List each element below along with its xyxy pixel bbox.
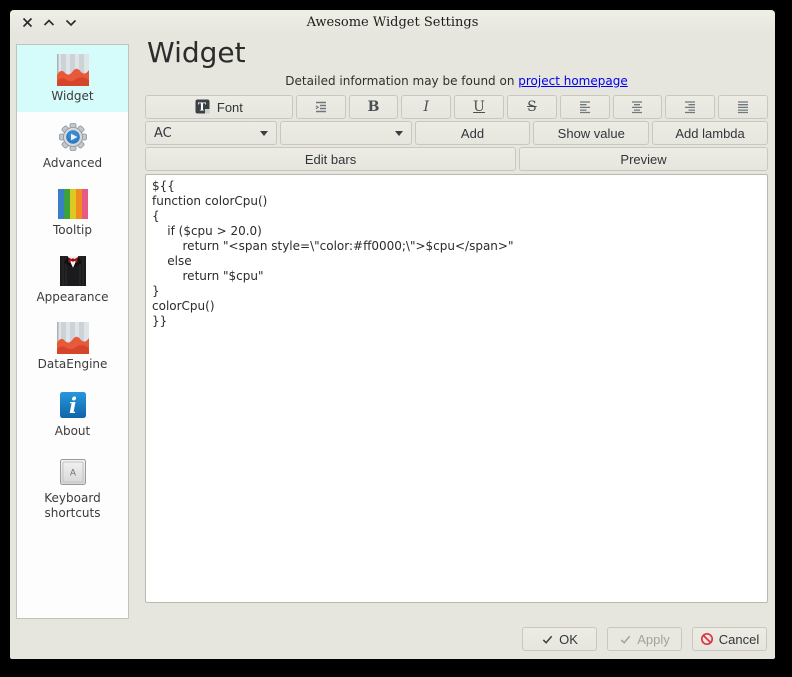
sidebar-item-label: About bbox=[51, 424, 94, 439]
sidebar: Widget bbox=[16, 44, 129, 619]
close-button[interactable] bbox=[18, 13, 36, 31]
check-icon bbox=[541, 633, 554, 646]
align-center-button[interactable] bbox=[613, 95, 663, 119]
sidebar-item-dataengine[interactable]: DataEngine bbox=[17, 313, 128, 380]
gear-icon bbox=[57, 121, 89, 153]
italic-button[interactable]: I bbox=[401, 95, 451, 119]
color-stripes-icon bbox=[57, 188, 89, 220]
svg-text:i: i bbox=[69, 393, 77, 418]
sidebar-item-label: Keyboard shortcuts bbox=[17, 491, 128, 521]
sidebar-item-advanced[interactable]: Advanced bbox=[17, 112, 128, 179]
add-button-label: Add bbox=[461, 126, 484, 141]
keyboard-key-icon: A bbox=[57, 456, 89, 488]
titlebar: Awesome Widget Settings bbox=[10, 10, 775, 34]
edit-bars-button[interactable]: Edit bars bbox=[145, 147, 516, 171]
info-text: Detailed information may be found on bbox=[285, 74, 514, 88]
apply-button[interactable]: Apply bbox=[607, 627, 682, 651]
align-center-icon bbox=[629, 100, 645, 114]
indent-icon bbox=[313, 99, 329, 115]
font-button-label: Font bbox=[217, 100, 243, 115]
chevron-down-icon bbox=[260, 131, 268, 136]
show-value-button-label: Show value bbox=[558, 126, 625, 141]
align-justify-icon bbox=[735, 100, 751, 114]
font-icon: T bbox=[195, 99, 211, 115]
indent-button[interactable] bbox=[296, 95, 346, 119]
underline-glyph: U bbox=[473, 99, 485, 115]
screen: Awesome Widget Settings Widget bbox=[0, 0, 792, 677]
sidebar-item-label: DataEngine bbox=[34, 357, 112, 372]
align-left-icon bbox=[577, 100, 593, 114]
strikethrough-glyph: S bbox=[527, 99, 537, 115]
tuxedo-icon bbox=[57, 255, 89, 287]
cancel-button[interactable]: Cancel bbox=[692, 627, 767, 651]
svg-text:A: A bbox=[69, 468, 76, 478]
preview-button[interactable]: Preview bbox=[519, 147, 768, 171]
project-homepage-link[interactable]: project homepage bbox=[518, 74, 627, 88]
bold-button[interactable]: B bbox=[349, 95, 399, 119]
tag-bar: AC Add Show value Add lambda bbox=[145, 121, 768, 145]
sidebar-item-label: Advanced bbox=[39, 156, 106, 171]
tag-combobox[interactable]: AC bbox=[145, 121, 277, 145]
ok-button[interactable]: OK bbox=[522, 627, 597, 651]
sidebar-item-keyboard-shortcuts[interactable]: A Keyboard shortcuts bbox=[17, 447, 128, 529]
add-lambda-button[interactable]: Add lambda bbox=[652, 121, 768, 145]
dialog-footer: OK Apply Cancel bbox=[522, 627, 767, 651]
apply-button-label: Apply bbox=[637, 632, 670, 647]
align-left-button[interactable] bbox=[560, 95, 610, 119]
settings-window: Awesome Widget Settings Widget bbox=[10, 10, 775, 659]
bold-glyph: B bbox=[368, 99, 380, 115]
close-icon bbox=[22, 17, 33, 28]
check-icon bbox=[619, 633, 632, 646]
cancel-button-label: Cancel bbox=[719, 632, 759, 647]
sidebar-item-about[interactable]: i About bbox=[17, 380, 128, 447]
keep-above-button[interactable] bbox=[40, 13, 58, 31]
window-title: Awesome Widget Settings bbox=[10, 15, 775, 30]
info-line: Detailed information may be found on pro… bbox=[145, 74, 768, 88]
main-panel: Widget Detailed information may be found… bbox=[145, 34, 768, 607]
underline-button[interactable]: U bbox=[454, 95, 504, 119]
preview-button-label: Preview bbox=[620, 152, 666, 167]
action-bar: Edit bars Preview bbox=[145, 147, 768, 171]
font-button[interactable]: T Font bbox=[145, 95, 293, 119]
chart-icon bbox=[57, 322, 89, 354]
chevron-down-icon bbox=[65, 17, 77, 28]
info-icon: i bbox=[57, 389, 89, 421]
chart-icon bbox=[57, 54, 89, 86]
page-title: Widget bbox=[147, 36, 768, 70]
edit-bars-button-label: Edit bars bbox=[305, 152, 356, 167]
sidebar-item-tooltip[interactable]: Tooltip bbox=[17, 179, 128, 246]
format-toolbar: T Font B I bbox=[145, 95, 768, 119]
sidebar-item-label: Widget bbox=[47, 89, 97, 104]
value-combobox[interactable] bbox=[280, 121, 412, 145]
sidebar-item-label: Appearance bbox=[32, 290, 112, 305]
chevron-up-icon bbox=[43, 17, 55, 28]
align-right-icon bbox=[682, 100, 698, 114]
sidebar-item-widget[interactable]: Widget bbox=[17, 45, 128, 112]
cancel-icon bbox=[700, 632, 714, 646]
add-button[interactable]: Add bbox=[415, 121, 531, 145]
align-right-button[interactable] bbox=[665, 95, 715, 119]
keep-below-button[interactable] bbox=[62, 13, 80, 31]
align-justify-button[interactable] bbox=[718, 95, 768, 119]
sidebar-item-label: Tooltip bbox=[49, 223, 96, 238]
code-editor[interactable]: ${{ function colorCpu() { if ($cpu > 20.… bbox=[145, 174, 768, 603]
italic-glyph: I bbox=[424, 99, 430, 115]
strikethrough-button[interactable]: S bbox=[507, 95, 557, 119]
show-value-button[interactable]: Show value bbox=[533, 121, 649, 145]
ok-button-label: OK bbox=[559, 632, 578, 647]
sidebar-item-appearance[interactable]: Appearance bbox=[17, 246, 128, 313]
add-lambda-button-label: Add lambda bbox=[675, 126, 744, 141]
chevron-down-icon bbox=[395, 131, 403, 136]
tag-combobox-value: AC bbox=[154, 126, 172, 141]
